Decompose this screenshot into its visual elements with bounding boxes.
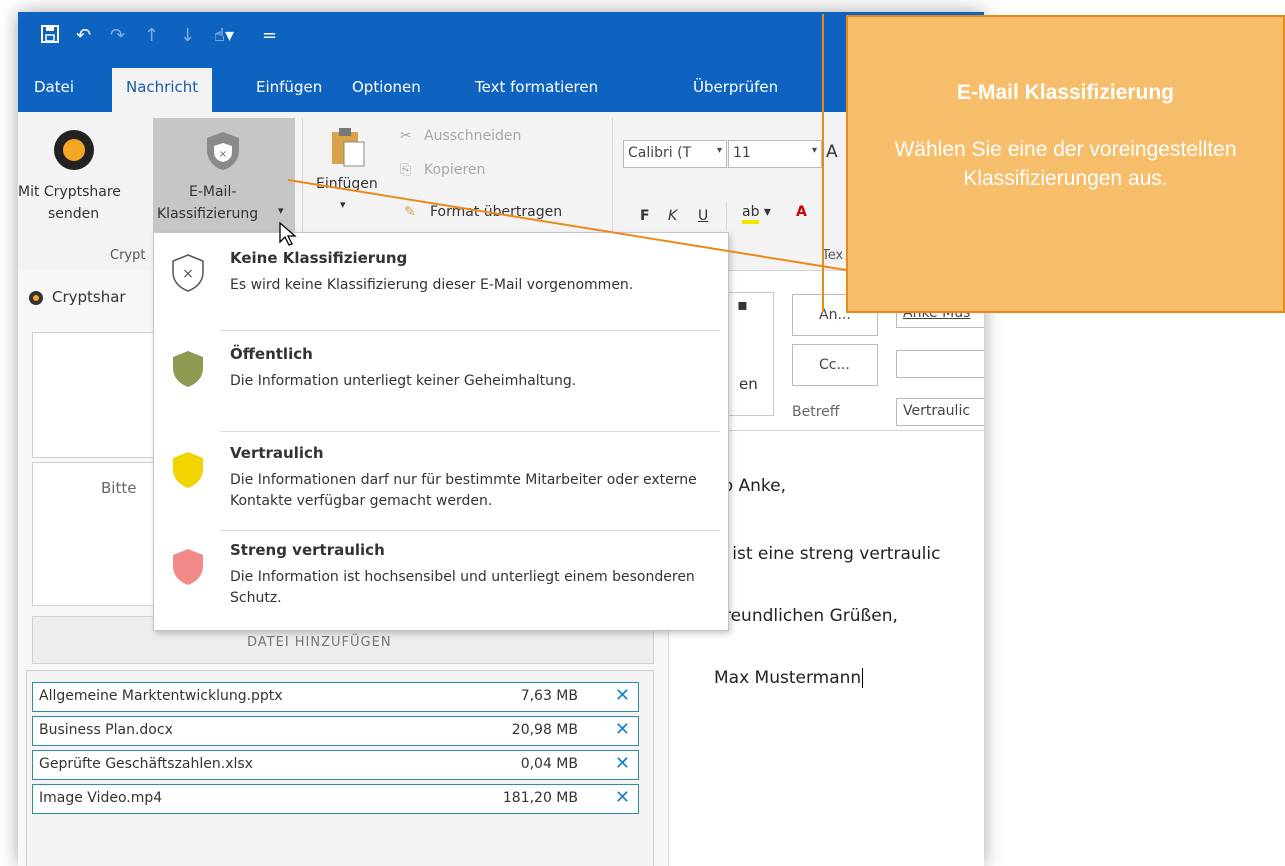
callout-title: E-Mail Klassifizierung — [956, 81, 1175, 104]
callout-text: Wählen Sie eine der voreingestellten Kla… — [894, 138, 1237, 190]
callout-box: E-Mail Klassifizierung Wählen Sie eine d… — [846, 15, 1285, 313]
